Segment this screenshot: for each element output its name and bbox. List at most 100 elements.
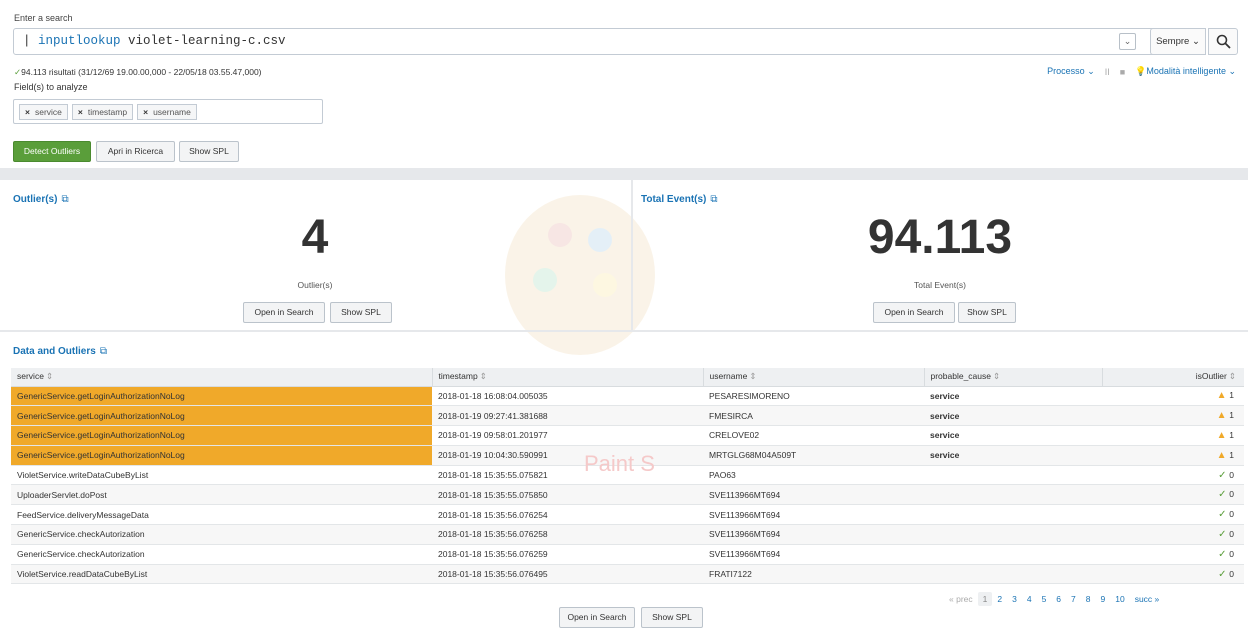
outliers-open-search-button[interactable]: Open in Search	[243, 302, 325, 323]
process-menu[interactable]: Processo ⌄	[1047, 66, 1095, 77]
pager-page[interactable]: 9	[1096, 592, 1111, 606]
table-row[interactable]: GenericService.getLoginAuthorizationNoLo…	[11, 405, 1244, 427]
external-link-icon[interactable]: ⧉	[100, 346, 107, 357]
cell-service[interactable]: GenericService.getLoginAuthorizationNoLo…	[11, 405, 432, 427]
field-chip[interactable]: × username	[137, 104, 197, 120]
search-history-dropdown[interactable]: ⌄	[1119, 33, 1136, 50]
pager-page[interactable]: 1	[977, 592, 993, 606]
detect-outliers-button[interactable]: Detect Outliers	[13, 141, 91, 162]
cell-probable-cause[interactable]	[924, 524, 1102, 545]
column-header-probable-cause[interactable]: probable_cause ⇕	[924, 368, 1103, 387]
cell-isoutlier[interactable]: ▲ 1	[1102, 425, 1244, 446]
cell-timestamp[interactable]: 2018-01-19 10:04:30.590991	[432, 445, 703, 466]
table-open-search-button[interactable]: Open in Search	[559, 607, 635, 628]
table-row[interactable]: GenericService.getLoginAuthorizationNoLo…	[11, 386, 1244, 407]
cell-username[interactable]: PAO63	[703, 465, 924, 486]
cell-probable-cause[interactable]	[924, 484, 1102, 506]
cell-service[interactable]: VioletService.writeDataCubeByList	[11, 465, 432, 486]
cell-isoutlier[interactable]: ✓ 0	[1102, 544, 1244, 565]
cell-probable-cause[interactable]: service	[924, 405, 1102, 427]
cell-service[interactable]: GenericService.getLoginAuthorizationNoLo…	[11, 445, 432, 466]
pager-page[interactable]: 4	[1022, 592, 1037, 606]
cell-service[interactable]: GenericService.getLoginAuthorizationNoLo…	[11, 425, 432, 446]
table-show-spl-button[interactable]: Show SPL	[641, 607, 703, 628]
table-row[interactable]: UploaderServlet.doPost 2018-01-18 15:35:5…	[11, 484, 1244, 506]
cell-service[interactable]: GenericService.checkAutorization	[11, 524, 432, 545]
table-row[interactable]: VioletService.readDataCubeByList 2018-01-…	[11, 564, 1244, 585]
field-chip[interactable]: × service	[19, 104, 68, 120]
cell-isoutlier[interactable]: ▲ 1	[1102, 386, 1244, 407]
pager-next[interactable]: succ »	[1130, 592, 1165, 606]
cell-username[interactable]: MRTGLG68M04A509T	[703, 445, 924, 466]
cell-isoutlier[interactable]: ✓ 0	[1102, 484, 1244, 506]
cell-timestamp[interactable]: 2018-01-19 09:27:41.381688	[432, 405, 703, 427]
sort-icon[interactable]: ⇕	[993, 371, 1000, 381]
search-mode-menu[interactable]: 💡Modalità intelligente ⌄	[1135, 66, 1236, 77]
table-row[interactable]: GenericService.checkAutorization 2018-01-…	[11, 544, 1244, 565]
column-header-username[interactable]: username ⇕	[703, 368, 925, 387]
table-row[interactable]: GenericService.getLoginAuthorizationNoLo…	[11, 425, 1244, 446]
cell-username[interactable]: SVE113966MT694	[703, 504, 924, 526]
events-panel-title[interactable]: Total Event(s) ⧉	[641, 194, 718, 205]
remove-icon[interactable]: ×	[143, 105, 148, 119]
show-spl-button[interactable]: Show SPL	[179, 141, 239, 162]
cell-isoutlier[interactable]: ✓ 0	[1102, 465, 1244, 486]
cell-timestamp[interactable]: 2018-01-18 15:35:55.075850	[432, 484, 703, 506]
cell-timestamp[interactable]: 2018-01-18 15:35:56.076254	[432, 504, 703, 526]
cell-isoutlier[interactable]: ▲ 1	[1102, 405, 1244, 427]
cell-isoutlier[interactable]: ✓ 0	[1102, 524, 1244, 545]
external-link-icon[interactable]: ⧉	[710, 194, 717, 205]
column-header-timestamp[interactable]: timestamp ⇕	[432, 368, 704, 387]
remove-icon[interactable]: ×	[78, 105, 83, 119]
pager-page[interactable]: 3	[1007, 592, 1022, 606]
cell-service[interactable]: VioletService.readDataCubeByList	[11, 564, 432, 585]
cell-service[interactable]: GenericService.getLoginAuthorizationNoLo…	[11, 386, 432, 407]
cell-service[interactable]: GenericService.checkAutorization	[11, 544, 432, 565]
cell-probable-cause[interactable]: service	[924, 445, 1102, 466]
sort-icon[interactable]: ⇕	[1229, 371, 1236, 381]
open-in-search-button[interactable]: Apri in Ricerca	[96, 141, 175, 162]
search-query[interactable]: | inputlookup violet-learning-c.csv	[23, 34, 286, 48]
cell-username[interactable]: CRELOVE02	[703, 425, 924, 446]
cell-timestamp[interactable]: 2018-01-19 09:58:01.201977	[432, 425, 703, 446]
cell-username[interactable]: SVE113966MT694	[703, 524, 924, 545]
sort-icon[interactable]: ⇕	[480, 371, 487, 381]
outliers-panel-title[interactable]: Outlier(s) ⧉	[13, 194, 69, 205]
cell-timestamp[interactable]: 2018-01-18 15:35:56.076495	[432, 564, 703, 585]
column-header-service[interactable]: service ⇕	[11, 368, 433, 387]
table-row[interactable]: FeedService.deliveryMessageData 2018-01-1…	[11, 504, 1244, 526]
table-panel-title[interactable]: Data and Outliers ⧉	[13, 346, 107, 357]
pause-icon[interactable]: II	[1105, 67, 1110, 77]
external-link-icon[interactable]: ⧉	[61, 194, 68, 205]
cell-isoutlier[interactable]: ✓ 0	[1102, 504, 1244, 526]
cell-timestamp[interactable]: 2018-01-18 16:08:04.005035	[432, 386, 703, 407]
events-show-spl-button[interactable]: Show SPL	[958, 302, 1016, 323]
pager-page[interactable]: 5	[1037, 592, 1052, 606]
sort-icon[interactable]: ⇕	[46, 371, 53, 381]
pager-page[interactable]: 2	[992, 592, 1007, 606]
cell-isoutlier[interactable]: ✓ 0	[1102, 564, 1244, 585]
cell-service[interactable]: FeedService.deliveryMessageData	[11, 504, 432, 526]
cell-timestamp[interactable]: 2018-01-18 15:35:56.076258	[432, 524, 703, 545]
cell-service[interactable]: UploaderServlet.doPost	[11, 484, 432, 506]
cell-username[interactable]: FMESIRCA	[703, 405, 924, 427]
cell-isoutlier[interactable]: ▲ 1	[1102, 445, 1244, 466]
search-button[interactable]	[1208, 28, 1238, 55]
outliers-show-spl-button[interactable]: Show SPL	[330, 302, 392, 323]
events-open-search-button[interactable]: Open in Search	[873, 302, 955, 323]
fields-multiselect[interactable]: × service × timestamp × username	[13, 99, 323, 124]
search-input[interactable]: | inputlookup violet-learning-c.csv ⌄	[13, 28, 1179, 55]
cell-probable-cause[interactable]: service	[924, 386, 1102, 407]
pager-page[interactable]: 10	[1110, 592, 1129, 606]
pager-page[interactable]: 6	[1051, 592, 1066, 606]
time-range-picker[interactable]: Sempre ⌄	[1150, 28, 1206, 55]
remove-icon[interactable]: ×	[25, 105, 30, 119]
table-row[interactable]: GenericService.checkAutorization 2018-01-…	[11, 524, 1244, 545]
cell-username[interactable]: PESARESIMORENO	[703, 386, 924, 407]
field-chip[interactable]: × timestamp	[71, 104, 134, 120]
cell-username[interactable]: SVE113966MT694	[703, 544, 924, 565]
cell-username[interactable]: FRATI7122	[703, 564, 924, 585]
cell-probable-cause[interactable]	[924, 544, 1102, 565]
pager-page[interactable]: 8	[1081, 592, 1096, 606]
cell-probable-cause[interactable]: service	[924, 425, 1102, 446]
